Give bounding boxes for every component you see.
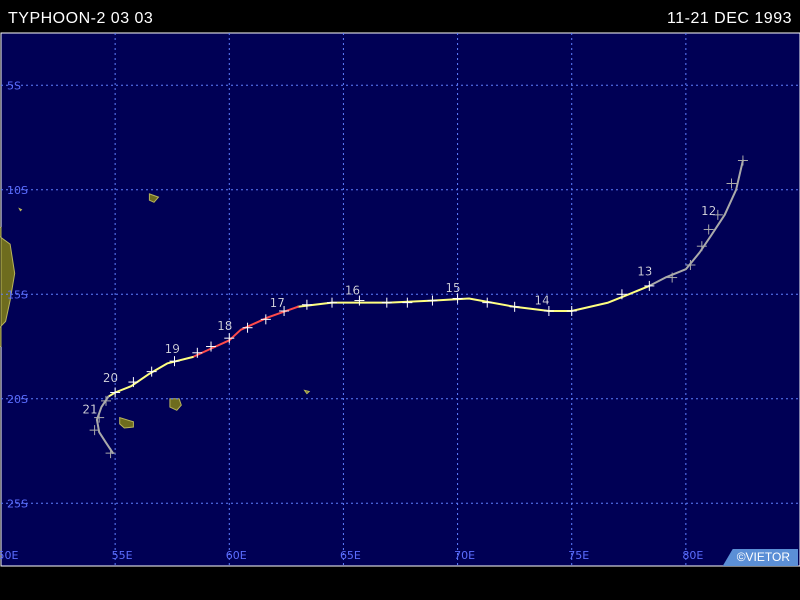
ocean-background — [0, 32, 800, 567]
day-label-14: 14 — [534, 294, 549, 308]
lon-label-80: 80E — [682, 549, 703, 562]
day-label-18: 18 — [217, 319, 232, 333]
lon-label-70: 70E — [454, 549, 475, 562]
lon-label-75: 75E — [568, 549, 589, 562]
copyright-badge: ©VIETOR — [722, 549, 798, 566]
lat-label-20: 20S — [7, 393, 28, 406]
track-map: 50E55E60E65E70E75E80E85E5S10S15S20S25S 1… — [0, 32, 800, 567]
lat-label-5: 5S — [7, 79, 21, 92]
day-label-17: 17 — [270, 296, 285, 310]
day-label-15: 15 — [445, 281, 460, 295]
lon-label-50: 50E — [0, 549, 19, 562]
day-label-20: 20 — [103, 371, 118, 385]
lon-label-65: 65E — [340, 549, 361, 562]
day-label-13: 13 — [637, 264, 652, 278]
day-label-12: 12 — [701, 204, 716, 218]
lon-label-60: 60E — [226, 549, 247, 562]
lat-label-10: 10S — [7, 184, 28, 197]
lon-label-55: 55E — [112, 549, 133, 562]
day-label-21: 21 — [82, 402, 97, 416]
day-label-19: 19 — [165, 342, 180, 356]
lat-label-25: 25S — [7, 497, 28, 510]
lat-label-15: 15S — [7, 288, 28, 301]
day-label-16: 16 — [345, 283, 360, 297]
